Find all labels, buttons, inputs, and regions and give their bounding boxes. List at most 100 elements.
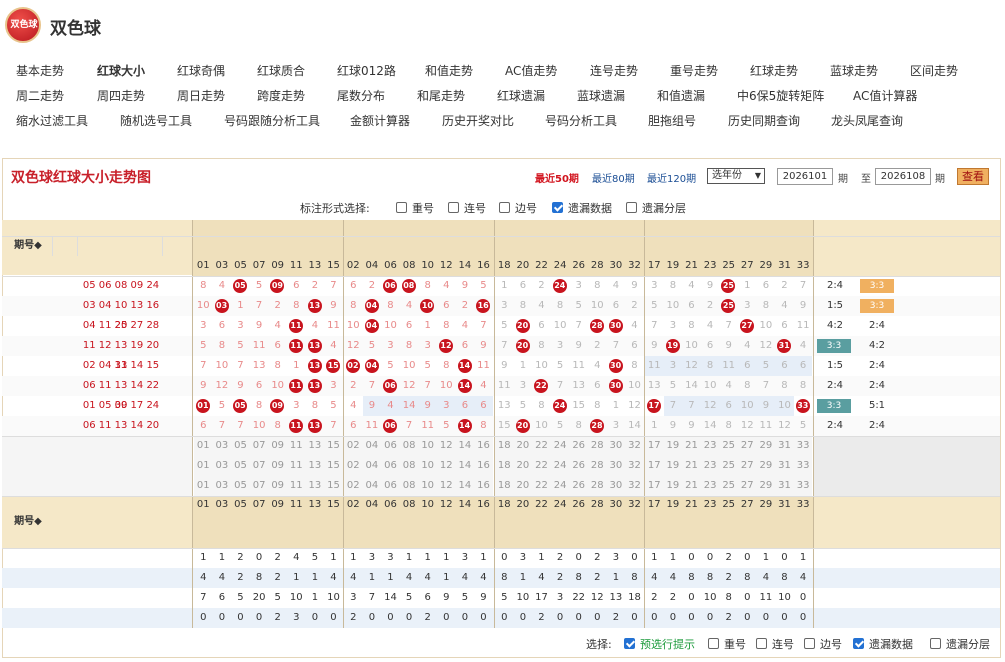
preselect-ball[interactable]: 19 [663,476,683,496]
checkbox[interactable] [448,202,459,213]
preselect-ball[interactable]: 27 [738,436,757,456]
checkbox[interactable] [756,638,767,649]
preselect-ball[interactable]: 15 [324,456,343,476]
nav-link[interactable]: 金额计算器 [350,112,410,129]
preselect-ball[interactable]: 18 [495,456,514,476]
preselect-ball[interactable]: 31 [775,436,794,456]
preselect-ball[interactable]: 10 [418,476,437,496]
preselect-ball[interactable]: 20 [513,456,533,476]
checkbox[interactable] [853,638,864,649]
preselect-ball[interactable]: 03 [212,476,232,496]
preselect-ball[interactable]: 32 [625,476,644,496]
quick-120[interactable]: 最近120期 [647,170,696,185]
preselect-ball[interactable]: 28 [588,436,607,456]
preselect-ball[interactable]: 09 [268,456,287,476]
preselect-ball[interactable]: 03 [212,436,232,456]
nav-link[interactable]: 历史同期查询 [728,112,800,129]
preselect-ball[interactable]: 25 [719,456,738,476]
preselect-ball[interactable]: 21 [682,476,701,496]
nav-link[interactable]: 重号走势 [670,62,718,79]
preselect-ball[interactable]: 14 [455,436,475,456]
checkbox[interactable] [624,638,635,649]
preselect-ball[interactable]: 25 [719,476,738,496]
nav-link[interactable]: 周四走势 [97,87,145,104]
nav-link[interactable]: 跨度走势 [257,87,305,104]
preselect-ball[interactable]: 22 [532,476,551,496]
preselect-ball[interactable]: 27 [738,476,757,496]
preselect-ball[interactable]: 23 [700,436,720,456]
preselect-ball[interactable]: 12 [437,476,456,496]
nav-link[interactable]: 红球大小 [97,62,145,79]
preselect-ball[interactable]: 14 [455,476,475,496]
preselect-ball[interactable]: 04 [362,436,382,456]
preselect-ball[interactable]: 11 [287,476,306,496]
preselect-ball[interactable]: 02 [344,436,363,456]
preselect-ball[interactable]: 17 [645,476,664,496]
preselect-ball[interactable]: 07 [249,456,269,476]
from-issue-input[interactable]: 2026101 [777,168,833,185]
preselect-ball[interactable]: 16 [474,456,493,476]
preselect-ball[interactable]: 21 [682,436,701,456]
preselect-ball[interactable]: 09 [268,476,287,496]
preselect-ball[interactable]: 25 [719,436,738,456]
nav-link[interactable]: 红球奇偶 [177,62,225,79]
preselect-ball[interactable]: 20 [513,436,533,456]
preselect-ball[interactable]: 26 [569,436,588,456]
preselect-ball[interactable]: 05 [231,476,250,496]
mark-option-2[interactable]: 边号 [499,200,537,216]
preselect-ball[interactable]: 17 [645,456,664,476]
nav-link[interactable]: AC值计算器 [853,87,917,104]
preselect-ball[interactable]: 04 [362,456,382,476]
mark-option-4[interactable]: 遗漏分层 [626,200,686,216]
nav-link[interactable]: 连号走势 [590,62,638,79]
preselect-ball[interactable]: 13 [305,476,325,496]
preselect-row-label[interactable] [78,436,164,456]
preselect-ball[interactable]: 02 [344,476,363,496]
mark-option-0[interactable]: 重号 [396,200,434,216]
preselect-ball[interactable]: 04 [362,476,382,496]
checkbox[interactable] [626,202,637,213]
nav-link[interactable]: 号码分析工具 [545,112,617,129]
preselect-ball[interactable]: 33 [793,476,813,496]
nav-link[interactable]: 红球012路 [337,62,396,79]
preselect-ball[interactable]: 05 [231,456,250,476]
view-button[interactable]: 查看 [957,168,989,185]
preselect-ball[interactable]: 11 [287,456,306,476]
preselect-ball[interactable]: 01 [194,436,213,456]
nav-link[interactable]: 随机选号工具 [120,112,192,129]
nav-link[interactable]: 蓝球遗漏 [577,87,625,104]
preselect-ball[interactable]: 24 [550,436,570,456]
preselect-ball[interactable]: 28 [588,476,607,496]
bottom-option-1[interactable]: 重号 [708,636,746,652]
nav-link[interactable]: 蓝球走势 [830,62,878,79]
preselect-ball[interactable]: 23 [700,456,720,476]
preselect-row-label[interactable] [78,476,164,496]
preselect-ball[interactable]: 29 [756,476,776,496]
bottom-option-3[interactable]: 边号 [804,636,842,652]
nav-link[interactable]: 周日走势 [177,87,225,104]
nav-link[interactable]: 龙头凤尾查询 [831,112,903,129]
bottom-option-5[interactable]: 遗漏分层 [930,636,990,652]
bottom-option-2[interactable]: 连号 [756,636,794,652]
preselect-ball[interactable]: 33 [793,436,813,456]
nav-link[interactable]: AC值走势 [505,62,557,79]
issue-header[interactable]: 期号◆ [4,236,52,256]
checkbox[interactable] [708,638,719,649]
preselect-ball[interactable]: 28 [588,456,607,476]
preselect-ball[interactable]: 32 [625,456,644,476]
preselect-ball[interactable]: 02 [344,456,363,476]
issue-footer[interactable]: 期号◆ [4,512,52,532]
preselect-ball[interactable]: 30 [606,456,626,476]
checkbox[interactable] [499,202,510,213]
preselect-ball[interactable]: 26 [569,456,588,476]
nav-link[interactable]: 红球走势 [750,62,798,79]
quick-80[interactable]: 最近80期 [592,170,635,185]
nav-link[interactable]: 和值遗漏 [657,87,705,104]
preselect-ball[interactable]: 06 [381,456,400,476]
bottom-option-4[interactable]: 遗漏数据 [853,636,913,652]
preselect-ball[interactable]: 22 [532,436,551,456]
preselect-ball[interactable]: 03 [212,456,232,476]
preselect-ball[interactable]: 27 [738,456,757,476]
preselect-ball[interactable]: 01 [194,456,213,476]
checkbox[interactable] [552,202,563,213]
